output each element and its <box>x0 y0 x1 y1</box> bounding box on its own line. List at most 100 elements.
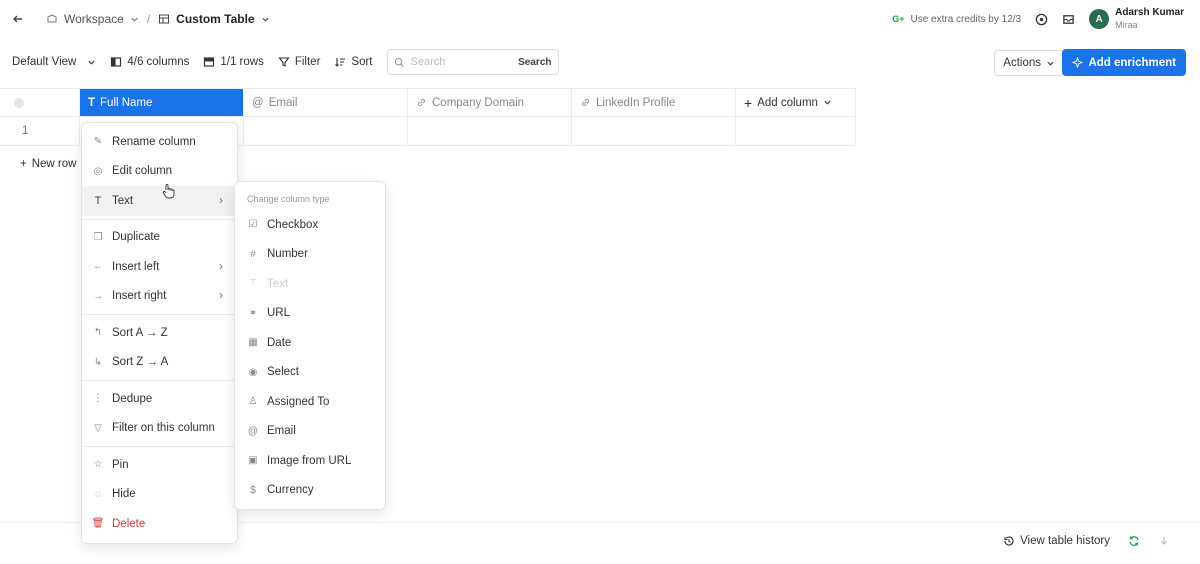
select-all-checkbox[interactable] <box>14 97 24 108</box>
menu-item-label: Insert right <box>112 290 167 303</box>
type-option-currency[interactable]: $ Currency <box>235 476 385 506</box>
menu-item-label: Delete <box>112 517 146 530</box>
chevron-right-icon: › <box>219 260 223 273</box>
breadcrumb-table[interactable]: Custom Table <box>176 12 254 26</box>
pin-icon: ☆ <box>93 459 103 471</box>
chevron-down-icon[interactable] <box>130 15 139 24</box>
search-input[interactable] <box>410 56 513 68</box>
link-icon: ⚭ <box>248 307 258 319</box>
chevron-down-icon[interactable] <box>261 15 270 24</box>
columns-button[interactable]: 4/6 columns <box>110 56 189 68</box>
breadcrumb-separator: / <box>146 12 151 26</box>
footer: View table history <box>1003 535 1170 547</box>
type-option-text: T Text <box>235 269 385 299</box>
type-option-select[interactable]: ◉ Select <box>235 358 385 388</box>
add-column-label: Add column <box>757 96 818 109</box>
type-option-url[interactable]: ⚭ URL <box>235 299 385 329</box>
menu-item-filter-on-column[interactable]: ▽ Filter on this column <box>82 414 237 444</box>
view-selector[interactable]: Default View <box>12 56 96 68</box>
new-row-button[interactable]: + New row <box>20 158 76 170</box>
column-header-company-domain[interactable]: Company Domain <box>408 88 572 117</box>
add-column-button[interactable]: + Add column <box>736 88 856 117</box>
menu-item-label: Insert left <box>112 260 160 273</box>
column-header-full-name[interactable]: T Full Name <box>80 88 244 117</box>
add-enrichment-label: Add enrichment <box>1088 56 1176 69</box>
menu-item-label: Filter on this column <box>112 422 215 435</box>
menu-item-edit-column[interactable]: ◎ Edit column <box>82 157 237 187</box>
menu-divider <box>82 314 237 315</box>
credits-banner[interactable]: G+ Use extra credits by 12/3 <box>892 14 1021 25</box>
type-option-number[interactable]: # Number <box>235 240 385 270</box>
menu-item-rename-column[interactable]: ✎ Rename column <box>82 127 237 157</box>
credits-text: Use extra credits by 12/3 <box>910 13 1022 25</box>
type-option-image-from-url[interactable]: ▣ Image from URL <box>235 446 385 476</box>
column-context-menu: ✎ Rename column ◎ Edit column T Text › ❐… <box>81 122 238 544</box>
menu-item-dedupe[interactable]: ⋮ Dedupe <box>82 384 237 414</box>
menu-item-label: Sort Z → A <box>112 356 169 369</box>
add-enrichment-button[interactable]: Add enrichment <box>1062 49 1186 76</box>
column-header-label: Full Name <box>100 96 153 109</box>
column-header-email[interactable]: @ Email <box>244 88 408 117</box>
columns-label: 4/6 columns <box>127 56 190 68</box>
top-right-area: G+ Use extra credits by 12/3 A Adarsh Ku… <box>892 0 1184 38</box>
type-option-email[interactable]: @ Email <box>235 417 385 447</box>
menu-item-duplicate[interactable]: ❐ Duplicate <box>82 223 237 253</box>
type-option-label: Select <box>267 366 299 379</box>
submenu-title: Change column type <box>247 194 330 204</box>
chevron-right-icon: › <box>219 194 223 207</box>
column-header-label: Email <box>268 96 298 109</box>
plus-icon: + <box>20 158 27 170</box>
arrow-right-icon: → <box>93 290 103 302</box>
menu-item-sort-az[interactable]: ↰ Sort A → Z <box>82 318 237 348</box>
column-header-label: Company Domain <box>432 96 525 109</box>
breadcrumb-workspace[interactable]: Workspace <box>64 12 124 26</box>
menu-item-insert-left[interactable]: ← Insert left › <box>82 252 237 282</box>
back-arrow-icon[interactable] <box>12 13 24 25</box>
type-option-assigned-to[interactable]: ♙ Assigned To <box>235 387 385 417</box>
menu-item-pin[interactable]: ☆ Pin <box>82 450 237 480</box>
sort-button[interactable]: Sort <box>334 56 373 68</box>
user-menu[interactable]: A Adarsh Kumar Miraa <box>1089 7 1184 31</box>
row-number-cell[interactable]: 1 <box>0 117 80 146</box>
checkbox-icon: ☑ <box>248 219 258 231</box>
chevron-down-icon <box>1046 59 1055 68</box>
column-header-label: LinkedIn Profile <box>596 96 676 109</box>
download-icon[interactable] <box>1158 535 1170 547</box>
actions-button[interactable]: Actions <box>994 50 1064 76</box>
pencil-icon: ✎ <box>93 136 103 148</box>
rows-button[interactable]: 1/1 rows <box>203 56 264 68</box>
menu-item-label: Rename column <box>112 135 196 148</box>
breadcrumb: Workspace / Custom Table <box>12 12 270 26</box>
type-option-checkbox[interactable]: ☑ Checkbox <box>235 210 385 240</box>
menu-item-insert-right[interactable]: → Insert right › <box>82 282 237 312</box>
table-cell[interactable] <box>244 117 408 146</box>
menu-item-hide[interactable]: ◌ Hide <box>82 480 237 510</box>
search-button[interactable]: Search <box>518 57 551 68</box>
image-icon: ▣ <box>248 455 258 467</box>
table-cell[interactable] <box>408 117 572 146</box>
inbox-icon[interactable] <box>1062 13 1075 26</box>
view-table-history-label: View table history <box>1020 535 1110 547</box>
plus-icon: + <box>744 94 753 111</box>
view-label: Default View <box>12 56 77 68</box>
refresh-icon[interactable] <box>1128 535 1140 547</box>
eye-off-icon: ◌ <box>95 488 101 500</box>
at-icon: @ <box>252 96 264 109</box>
table-cell[interactable] <box>572 117 736 146</box>
sort-ascending-icon: ↰ <box>93 327 103 339</box>
menu-item-column-type[interactable]: T Text › <box>82 186 237 216</box>
view-table-history-button[interactable]: View table history <box>1003 535 1110 547</box>
menu-item-sort-za[interactable]: ↳ Sort Z → A <box>82 348 237 378</box>
sparkle-icon <box>1072 57 1084 68</box>
menu-divider <box>82 446 237 447</box>
filter-button[interactable]: Filter <box>278 56 320 68</box>
type-option-label: Assigned To <box>267 395 330 408</box>
text-icon: T <box>88 96 96 109</box>
help-icon[interactable] <box>1035 13 1048 26</box>
type-option-date[interactable]: ▦ Date <box>235 328 385 358</box>
search-box: Search <box>386 49 559 75</box>
column-header-linkedin-profile[interactable]: LinkedIn Profile <box>572 88 736 117</box>
menu-item-delete[interactable]: 🗑 Delete <box>82 509 237 539</box>
select-all-cell[interactable] <box>0 88 80 117</box>
new-row-label: New row <box>31 158 77 170</box>
